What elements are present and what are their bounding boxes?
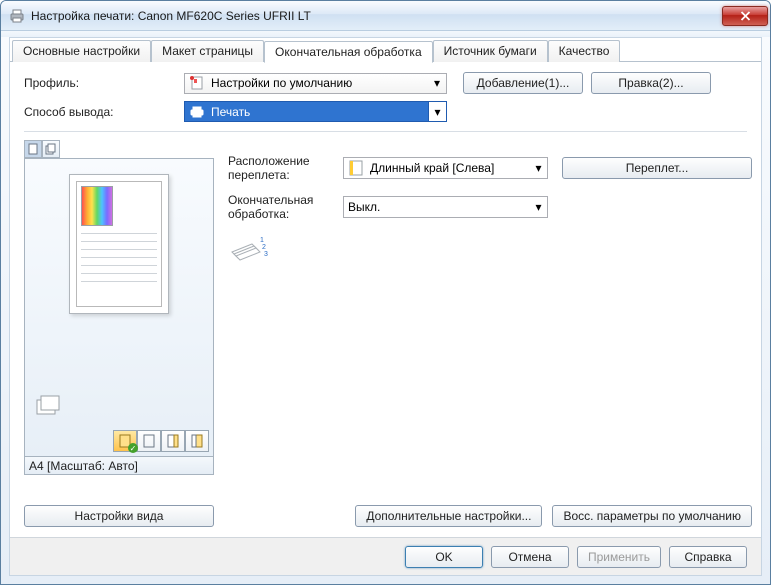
tab-basic[interactable]: Основные настройки xyxy=(12,40,151,62)
tab-panel: Профиль: Настройки по умолчанию ▾ Добавл… xyxy=(10,62,761,537)
binding-combo[interactable]: Длинный край [Слева] ▾ xyxy=(343,157,548,179)
preview-tab-single[interactable] xyxy=(24,140,42,158)
view-button-4[interactable] xyxy=(185,430,209,452)
view-button-2[interactable] xyxy=(137,430,161,452)
binding-row: Расположение переплета: Длинный край [Сл… xyxy=(228,154,752,183)
view-buttons: ✓ xyxy=(113,430,209,452)
view-button-3[interactable] xyxy=(161,430,185,452)
view-button-1[interactable]: ✓ xyxy=(113,430,137,452)
output-label: Способ вывода: xyxy=(24,105,184,119)
finishing-combo-value: Выкл. xyxy=(348,200,380,214)
chevron-down-icon: ▾ xyxy=(428,102,446,121)
tab-finishing[interactable]: Окончательная обработка xyxy=(264,41,433,63)
chevron-down-icon: ▾ xyxy=(428,74,446,93)
binding-icon xyxy=(348,160,364,176)
profile-label: Профиль: xyxy=(24,76,184,90)
chevron-down-icon: ▾ xyxy=(530,158,547,178)
printer-icon xyxy=(9,8,25,24)
profile-row: Профиль: Настройки по умолчанию ▾ Добавл… xyxy=(24,72,747,94)
svg-text:2: 2 xyxy=(262,244,266,251)
close-button[interactable] xyxy=(722,6,768,26)
tab-strip: Основные настройки Макет страницы Оконча… xyxy=(10,38,761,62)
titlebar: Настройка печати: Canon MF620C Series UF… xyxy=(1,1,770,31)
printer-small-icon xyxy=(189,104,205,120)
cancel-button[interactable]: Отмена xyxy=(491,546,569,568)
preview-tabs xyxy=(24,140,214,158)
svg-text:3: 3 xyxy=(264,251,268,258)
ok-button[interactable]: OK xyxy=(405,546,483,568)
profile-combo[interactable]: Настройки по умолчанию ▾ xyxy=(184,73,447,94)
check-icon: ✓ xyxy=(128,443,138,453)
finishing-row: Окончательная обработка: Выкл. ▾ xyxy=(228,193,752,222)
tab-quality[interactable]: Качество xyxy=(548,40,621,62)
dialog-window: Настройка печати: Canon MF620C Series UF… xyxy=(0,0,771,585)
binding-button[interactable]: Переплет... xyxy=(562,157,752,179)
edit-button[interactable]: Правка(2)... xyxy=(591,72,711,94)
binding-label: Расположение переплета: xyxy=(228,154,343,183)
preview-pane: ✓ A4 [Масш xyxy=(24,140,214,527)
profile-combo-icon xyxy=(189,75,205,91)
preview-tab-multi[interactable] xyxy=(42,140,60,158)
add-button[interactable]: Добавление(1)... xyxy=(463,72,583,94)
finishing-label: Окончательная обработка: xyxy=(228,193,343,222)
body-area: ✓ A4 [Масш xyxy=(24,140,747,527)
profile-combo-value: Настройки по умолчанию xyxy=(211,76,352,90)
restore-defaults-button[interactable]: Восс. параметры по умолчанию xyxy=(552,505,752,527)
pages-stack-icon: 1 2 3 xyxy=(228,232,262,260)
footer-buttons: OK Отмена Применить Справка xyxy=(10,537,761,575)
divider xyxy=(24,131,747,132)
apply-button: Применить xyxy=(577,546,661,568)
window-title: Настройка печати: Canon MF620C Series UF… xyxy=(31,9,722,23)
preview-caption: A4 [Масштаб: Авто] xyxy=(24,457,214,475)
right-pane: Расположение переплета: Длинный край [Сл… xyxy=(228,140,752,527)
output-combo[interactable]: Печать ▾ xyxy=(184,101,447,122)
help-button[interactable]: Справка xyxy=(669,546,747,568)
tab-source[interactable]: Источник бумаги xyxy=(433,40,548,62)
output-row: Способ вывода: Печать ▾ xyxy=(24,101,747,122)
tab-layout[interactable]: Макет страницы xyxy=(151,40,264,62)
chevron-down-icon: ▾ xyxy=(530,197,547,217)
rainbow-icon xyxy=(81,186,113,226)
preview-box: ✓ xyxy=(24,158,214,457)
bottom-right-buttons: Дополнительные настройки... Восс. параме… xyxy=(228,505,752,527)
stack-icon xyxy=(35,392,63,416)
svg-text:1: 1 xyxy=(260,237,264,244)
preview-text-lines xyxy=(81,233,157,302)
advanced-settings-button[interactable]: Дополнительные настройки... xyxy=(355,505,542,527)
content-area: Основные настройки Макет страницы Оконча… xyxy=(9,37,762,576)
view-settings-button[interactable]: Настройки вида xyxy=(24,505,214,527)
binding-combo-value: Длинный край [Слева] xyxy=(370,161,494,175)
finishing-combo[interactable]: Выкл. ▾ xyxy=(343,196,548,218)
output-combo-value: Печать xyxy=(211,105,250,119)
preview-page xyxy=(69,174,169,314)
